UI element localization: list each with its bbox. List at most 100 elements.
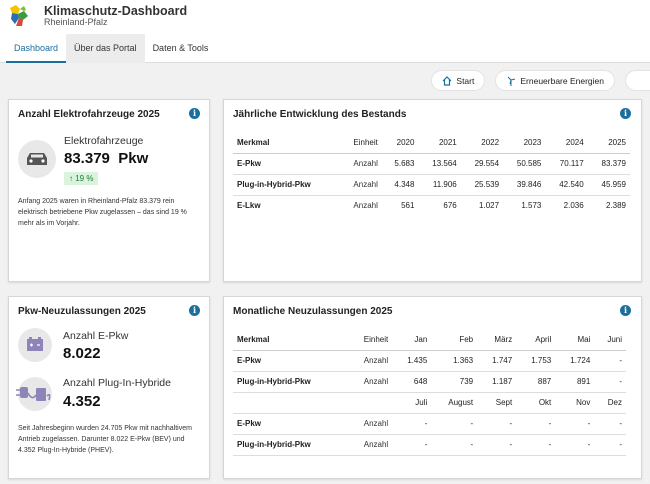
renewable-energy-button[interactable]: Erneuerbare Energien (495, 70, 615, 91)
tab-daten-tools[interactable]: Daten & Tools (145, 34, 217, 63)
cell: - (431, 433, 478, 456)
cell: 11.906 (418, 173, 461, 195)
wind-turbine-icon (508, 76, 516, 86)
annual-stock-table: Merkmal Einheit 2020 2021 2022 2023 2024… (233, 132, 630, 216)
cell: 50.585 (503, 152, 546, 174)
ev-number: 83.379 (64, 150, 110, 167)
header-cell: 2020 (381, 132, 419, 154)
row-label: E-Pkw (233, 412, 347, 434)
cell: 648 (392, 370, 432, 392)
ev-description: Anfang 2025 waren in Rheinland-Pfalz 83.… (18, 198, 187, 227)
header-cell: Sept (477, 391, 517, 413)
cell: 45.959 (587, 173, 630, 195)
card-ev-count: Anzahl Elektrofahrzeuge 2025 i Elektrofa… (8, 99, 210, 282)
card-title: Monatliche Neuzulassungen 2025 (233, 306, 393, 317)
cell: - (594, 433, 626, 456)
header-cell: Mai (555, 329, 595, 351)
table-header-row: Merkmal Einheit Jan Feb März April Mai J… (233, 329, 626, 351)
cell: 2.036 (545, 194, 588, 216)
header-cell: Juni (594, 329, 626, 351)
info-icon[interactable]: i (189, 305, 200, 316)
table-header-row: Juli August Sept Okt Nov Dez (233, 391, 626, 413)
cell: - (555, 433, 595, 456)
cell: - (431, 412, 478, 434)
cell: 83.379 (587, 152, 630, 174)
table-row: Plug-in-Hybrid-Pkw Anzahl - - - - - - (233, 433, 626, 456)
cell: 4.348 (381, 173, 419, 195)
icon-background (18, 328, 52, 362)
phev-new-value: 4.352 (63, 393, 101, 410)
header-cell: April (516, 329, 556, 351)
info-icon[interactable]: i (189, 108, 200, 119)
cell: 891 (555, 370, 595, 392)
cell: 739 (431, 370, 478, 392)
header-cell: Feb (431, 329, 478, 351)
cell: 1.187 (477, 370, 517, 392)
row-label: Plug-in-Hybrid-Pkw (233, 173, 340, 195)
header-cell: Merkmal (233, 329, 347, 351)
spacer-cell (233, 391, 347, 413)
row-label: Plug-in-Hybrid-Pkw (233, 370, 347, 392)
table-header-row: Merkmal Einheit 2020 2021 2022 2023 2024… (233, 132, 630, 154)
growth-badge: ↑ 19 % (64, 172, 99, 185)
card-new-registrations: Pkw-Neuzulassungen 2025 i Anzahl E-Pkw 8… (8, 296, 210, 479)
cell: 676 (418, 194, 461, 216)
header-cell: Nov (555, 391, 595, 413)
header-cell: Merkmal (233, 132, 340, 154)
ev-label: Elektrofahrzeuge (64, 135, 144, 147)
plug-icon (16, 387, 51, 401)
table-row: E-Pkw Anzahl - - - - - - (233, 412, 626, 434)
tab-dashboard[interactable]: Dashboard (6, 34, 67, 63)
cell: 42.540 (545, 173, 588, 195)
rlp-logo[interactable] (8, 4, 30, 28)
main-nav: Dashboard Über das Portal Daten & Tools (6, 34, 216, 63)
cell: 29.554 (460, 152, 504, 174)
cell: 1.573 (503, 194, 546, 216)
row-unit: Anzahl (346, 433, 393, 456)
row-unit: Anzahl (346, 412, 393, 434)
cell: 887 (516, 370, 556, 392)
phev-new-label: Anzahl Plug-In-Hybride (63, 377, 171, 389)
row-label: E-Lkw (233, 194, 340, 216)
row-unit: Anzahl (339, 194, 382, 216)
cell: - (594, 349, 626, 371)
cell: 13.564 (418, 152, 461, 174)
cell: 1.435 (392, 349, 432, 371)
header-cell: Jan (392, 329, 432, 351)
app-subtitle: Rheinland-Pfalz (44, 17, 108, 27)
cell: - (392, 412, 432, 434)
row-label: Plug-in-Hybrid-Pkw (233, 433, 347, 456)
info-icon[interactable]: i (620, 108, 631, 119)
info-icon[interactable]: i (620, 305, 631, 316)
home-icon (442, 75, 452, 86)
table-row: E-Pkw Anzahl 5.683 13.564 29.554 50.585 … (233, 152, 630, 174)
card-annual-stock: Jährliche Entwicklung des Bestands i Mer… (223, 99, 642, 282)
header-cell: 2025 (587, 132, 630, 154)
table-row: Plug-in-Hybrid-Pkw Anzahl 4.348 11.906 2… (233, 173, 630, 195)
cell: 1.363 (431, 349, 478, 371)
cell: 1.724 (555, 349, 595, 371)
table-row: E-Pkw Anzahl 1.435 1.363 1.747 1.753 1.7… (233, 349, 626, 371)
more-button[interactable] (625, 70, 650, 91)
cell: - (477, 433, 517, 456)
table-row: Plug-in-Hybrid-Pkw Anzahl 648 739 1.187 … (233, 370, 626, 392)
cell: 2.389 (587, 194, 630, 216)
electric-car-icon (27, 153, 47, 165)
battery-icon (27, 337, 43, 351)
tab-ueber-das-portal[interactable]: Über das Portal (66, 34, 145, 63)
ev-value: 83.379 Pkw (64, 150, 148, 167)
growth-value: 19 % (75, 174, 94, 183)
card-monthly-registrations: Monatliche Neuzulassungen 2025 i Merkmal… (223, 296, 642, 479)
start-button[interactable]: Start (431, 70, 486, 91)
cell: 561 (381, 194, 419, 216)
cell: 5.683 (381, 152, 419, 174)
ev-new-label: Anzahl E-Pkw (63, 330, 129, 342)
row-unit: Anzahl (346, 349, 393, 371)
toolbar: Start Erneuerbare Energien (431, 70, 650, 91)
cell: - (594, 412, 626, 434)
cell: - (555, 412, 595, 434)
monthly-registrations-table: Merkmal Einheit Jan Feb März April Mai J… (233, 329, 626, 456)
spacer-cell (346, 391, 393, 413)
row-unit: Anzahl (339, 152, 382, 174)
app-header: Klimaschutz-Dashboard Rheinland-Pfalz Da… (0, 0, 650, 63)
